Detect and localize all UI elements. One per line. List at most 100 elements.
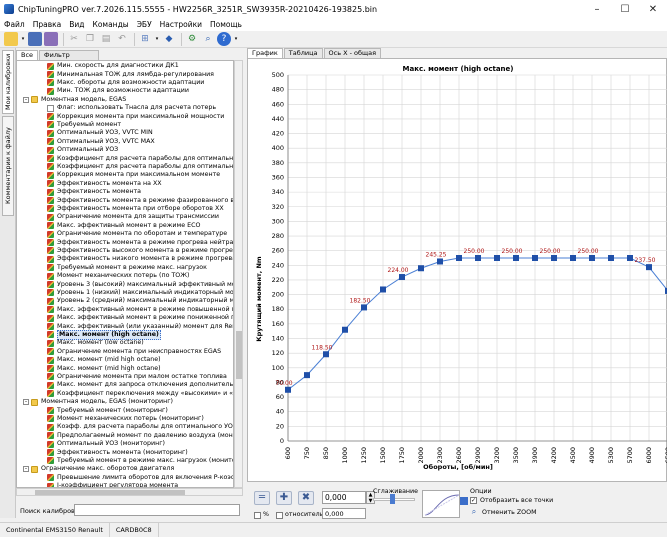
- tree-item[interactable]: Оптимальный УОЗ: [47, 146, 118, 154]
- tree-item[interactable]: Ограничение момента по оборотам и темпер…: [47, 230, 227, 238]
- tree-horizontal-scrollbar[interactable]: [16, 488, 243, 496]
- undo-icon[interactable]: ↶: [115, 32, 129, 46]
- relative-checkbox[interactable]: [276, 512, 283, 519]
- chart-plot[interactable]: 0204060801001201401601802002202402602803…: [248, 59, 667, 483]
- tree-item[interactable]: Мин. ТОЖ для возможности адаптации: [47, 87, 189, 95]
- tab-table[interactable]: Таблица: [283, 48, 323, 58]
- close-button[interactable]: ✕: [639, 0, 667, 18]
- tree-item[interactable]: – Моментная модель, EGAS: [23, 96, 126, 104]
- tab-x-axis-common[interactable]: Ось X - общая: [323, 48, 382, 58]
- menu-commands[interactable]: Команды: [93, 20, 129, 29]
- menu-view[interactable]: Вид: [69, 20, 84, 29]
- tree-item[interactable]: Эффективность момента (мониторинг): [47, 448, 188, 457]
- tree-item[interactable]: Коррекция момента при максимальной мощно…: [47, 112, 224, 121]
- save-as-icon[interactable]: [44, 32, 58, 46]
- tree-item[interactable]: Коэффициент для расчета параболы для опт…: [47, 163, 233, 171]
- tree-item[interactable]: Момент механических потерь (по ТОЖ): [47, 272, 190, 280]
- tree-item[interactable]: Макс. обороты для возможности адаптации: [47, 79, 204, 87]
- tree-item[interactable]: Ограничение момента при малом остатке то…: [47, 373, 227, 381]
- tree-item[interactable]: Коэффициент для расчета параболы для опт…: [47, 154, 233, 163]
- tree-item[interactable]: Оптимальный УОЗ, VVTC MAX: [47, 138, 155, 146]
- menu-settings[interactable]: Настройки: [160, 20, 202, 29]
- tree-item[interactable]: Эффективность момента в режиме прогрева …: [47, 238, 233, 247]
- tree-item[interactable]: Требуемый момент (мониторинг): [47, 406, 168, 415]
- tree-collapse-icon[interactable]: –: [23, 399, 29, 406]
- tree-item[interactable]: Коэффициент переключения между «высокими…: [47, 390, 233, 398]
- curve-select-icon[interactable]: [460, 497, 468, 505]
- maximize-button[interactable]: ☐: [611, 0, 639, 18]
- percent-checkbox[interactable]: [254, 512, 261, 519]
- tree-item[interactable]: Превышение лимита оборотов для включения…: [47, 474, 233, 482]
- add-button[interactable]: ✚: [276, 491, 292, 505]
- search-icon[interactable]: ⌕: [201, 32, 215, 46]
- tree-item[interactable]: Требуемый момент в режиме макс. нагрузок…: [47, 457, 233, 465]
- menu-file[interactable]: Файл: [4, 20, 25, 29]
- show-all-points-checkbox[interactable]: ✓: [470, 497, 477, 504]
- multiply-button[interactable]: ✖: [298, 491, 314, 505]
- tree-item[interactable]: Макс. момент (high octane): [47, 330, 161, 340]
- chart-panel[interactable]: Макс. момент (high octane) Крутящий моме…: [247, 58, 667, 482]
- tree-item[interactable]: Оптимальный УОЗ (мониторинг): [47, 440, 165, 448]
- tree-item[interactable]: Макс. момент (mid high octane): [47, 356, 161, 364]
- calculator-icon[interactable]: ⊞: [138, 32, 152, 46]
- tree-item[interactable]: Эффективность момента при отборе оборото…: [47, 205, 224, 213]
- save-icon[interactable]: [28, 32, 42, 46]
- tree-item[interactable]: Макс. момент (mid high octane): [47, 364, 161, 373]
- tree-item[interactable]: Уровень 3 (высокий) максимальный эффекти…: [47, 280, 233, 289]
- tree-item[interactable]: Уровень 1 (низкий) максимальный индикато…: [47, 289, 233, 297]
- help-icon[interactable]: ?: [217, 32, 231, 46]
- tree-item[interactable]: Мин. скорость для диагностики ДК1: [47, 62, 179, 70]
- open-folder-icon[interactable]: [4, 32, 18, 46]
- tree-item[interactable]: – Моментная модель, EGAS (мониторинг): [23, 398, 173, 406]
- tree-item[interactable]: Коэфф. для расчета параболы для оптималь…: [47, 423, 233, 431]
- tree-item[interactable]: Эффективность высокого момента в режиме …: [47, 247, 233, 255]
- tree-item[interactable]: Макс. момент (low octane): [47, 339, 144, 347]
- cut-icon[interactable]: ✂: [67, 32, 81, 46]
- tree-item[interactable]: Эффективность момента в режиме фазирован…: [47, 196, 233, 205]
- cancel-zoom-button[interactable]: Отменить ZOOM: [482, 509, 537, 516]
- tree-item[interactable]: Макс. эффективный момент в режиме пониже…: [47, 314, 233, 322]
- connect-icon[interactable]: ⚙: [185, 32, 199, 46]
- tree-item[interactable]: Макс. эффективный момент в режиме повыше…: [47, 306, 233, 314]
- value-spinner[interactable]: 0,000: [322, 491, 366, 504]
- tree-item[interactable]: Уровень 2 (средний) максимальный индикат…: [47, 297, 233, 305]
- tree-item[interactable]: Коррекция момента при максимальном момен…: [47, 171, 220, 179]
- dropdown-arrow-icon[interactable]: ▾: [233, 32, 239, 46]
- dropdown-arrow-icon[interactable]: ▾: [154, 32, 160, 46]
- menu-help[interactable]: Помощь: [210, 20, 242, 29]
- menu-edit[interactable]: Правка: [33, 20, 62, 29]
- zoom-icon[interactable]: ⌕: [469, 507, 479, 517]
- tree-item[interactable]: Требуемый момент: [47, 121, 121, 129]
- chip-icon[interactable]: ◆: [162, 32, 176, 46]
- scrollbar-thumb[interactable]: [236, 331, 242, 379]
- tree-item[interactable]: Ограничение момента для защиты трансмисс…: [47, 213, 219, 221]
- tab-my-calibrations[interactable]: Мои калибровки: [2, 50, 14, 114]
- smoothing-slider-thumb[interactable]: [390, 494, 395, 504]
- tree-collapse-icon[interactable]: –: [23, 96, 29, 103]
- tree-vertical-scrollbar[interactable]: [234, 60, 243, 488]
- tree-collapse-icon[interactable]: –: [23, 466, 29, 473]
- tree-item[interactable]: Момент механических потерь (мониторинг): [47, 415, 204, 423]
- tree-item[interactable]: Эффективность низкого момента в режиме п…: [47, 255, 233, 263]
- minimize-button[interactable]: –: [583, 0, 611, 18]
- search-input[interactable]: [74, 504, 240, 516]
- tree-item[interactable]: Ограничение момента при неисправностях E…: [47, 348, 221, 356]
- tab-file-comments[interactable]: Комментарии к файлу: [2, 116, 14, 216]
- tree-item[interactable]: Эффективность момента: [47, 188, 141, 196]
- copy-icon[interactable]: ❐: [83, 32, 97, 46]
- equalize-button[interactable]: ═: [254, 491, 270, 505]
- tree-item[interactable]: Макс. момент для запроса отключения допо…: [47, 381, 233, 389]
- tab-graph[interactable]: График: [247, 48, 283, 58]
- tree-item[interactable]: Требуемый момент в режиме макс. нагрузок: [47, 264, 207, 272]
- tree-item[interactable]: Флаг: использовать Тнасла для расчета по…: [47, 104, 216, 112]
- tree-item[interactable]: Предполагаемый момент по давлению воздух…: [47, 432, 233, 440]
- tree-item[interactable]: Минимальная ТОЖ для лямбда-регулирования: [47, 70, 214, 79]
- menu-ecu[interactable]: ЭБУ: [137, 20, 152, 29]
- tree-item[interactable]: – Ограничение макс. оборотов двигателя: [23, 465, 174, 473]
- tree-item[interactable]: Макс. эффективный момент в режиме ECO: [47, 222, 200, 230]
- tree-item[interactable]: Эффективность момента на ХХ: [47, 180, 162, 188]
- tab-filter[interactable]: Фильтр: [39, 50, 100, 60]
- paste-icon[interactable]: ▤: [99, 32, 113, 46]
- dropdown-arrow-icon[interactable]: ▾: [20, 32, 26, 46]
- relative-value-input[interactable]: 0,000: [322, 508, 366, 519]
